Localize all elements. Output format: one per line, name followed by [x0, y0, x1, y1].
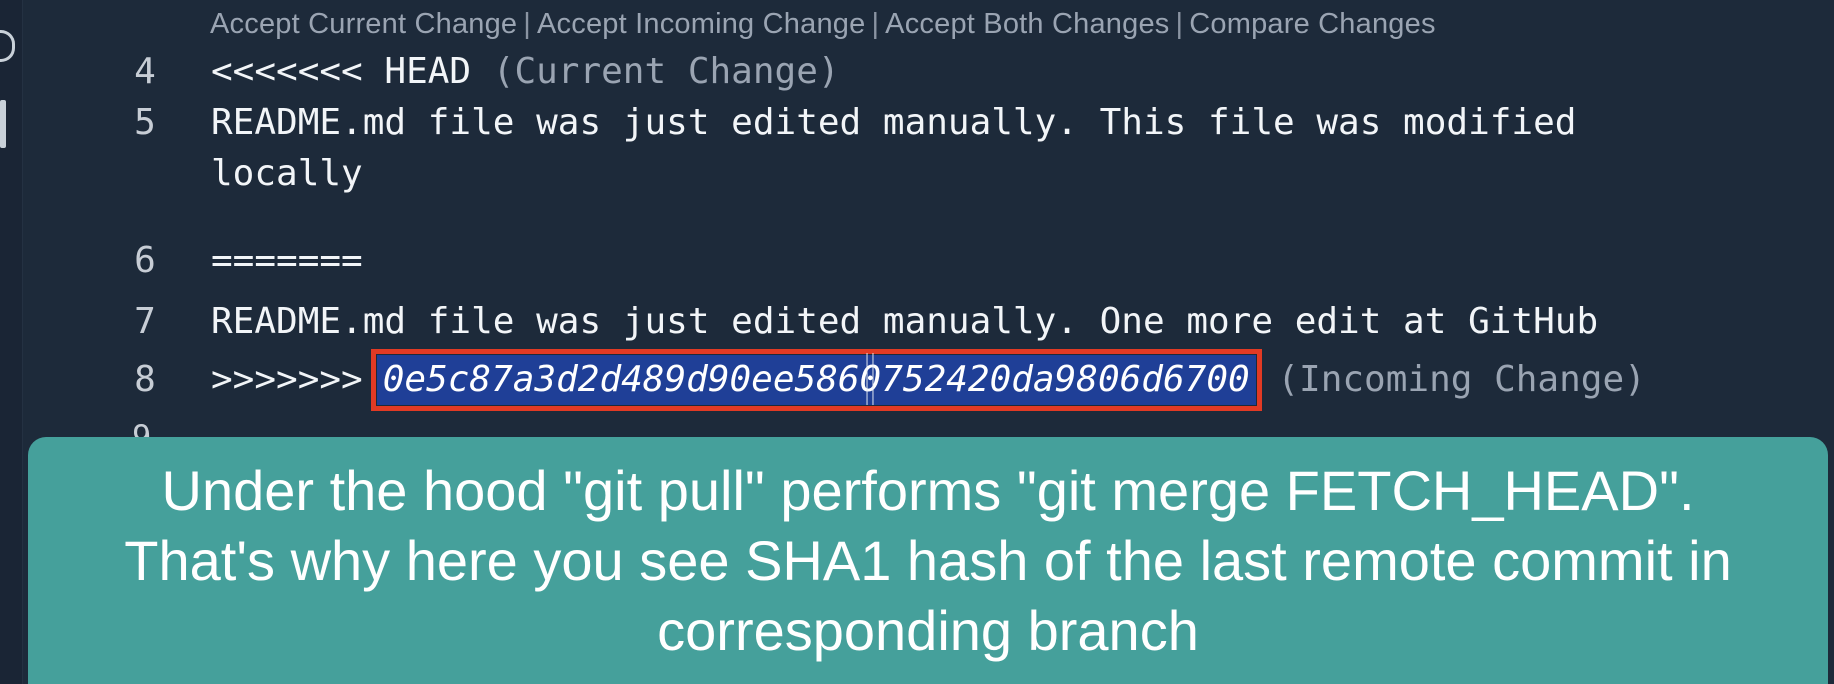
accept-both-changes-link[interactable]: Accept Both Changes — [885, 8, 1169, 40]
commit-hash: 0e5c87a3d2d489d90ee5860752420da9806d6700 — [382, 359, 1250, 400]
line-text: README.md file was just edited manually.… — [211, 102, 1577, 143]
compare-changes-link[interactable]: Compare Changes — [1189, 8, 1435, 40]
current-change-label: (Current Change) — [471, 51, 840, 92]
codelens-separator: | — [523, 8, 531, 40]
caption-line-3: corresponding branch — [657, 598, 1199, 662]
accept-incoming-change-link[interactable]: Accept Incoming Change — [537, 8, 865, 40]
line-text: README.md file was just edited manually.… — [211, 301, 1599, 342]
line-number: 5 — [134, 102, 156, 143]
activity-bar-icon[interactable] — [0, 30, 15, 62]
line-number: 8 — [134, 359, 156, 400]
caption-line-1: Under the hood "git pull" performs "git … — [161, 458, 1695, 522]
codelens-separator: | — [1175, 8, 1184, 40]
caption-banner: Under the hood "git pull" performs "git … — [28, 437, 1828, 684]
accept-current-change-link[interactable]: Accept Current Change — [210, 8, 517, 40]
conflict-marker-current: <<<<<<< HEAD — [211, 51, 472, 92]
merge-conflict-codelens: Accept Current Change | Accept Incoming Ch… — [210, 8, 1436, 41]
caption-line-2: That's why here you see SHA1 hash of the… — [124, 528, 1732, 592]
commit-hash-highlight[interactable]: 0e5c87a3d2d489d90ee5860752420da9806d6700 — [370, 349, 1262, 411]
line-text: locally — [211, 153, 363, 194]
text-cursor-icon — [866, 353, 874, 405]
incoming-change-label: (Incoming Change) — [1255, 359, 1646, 400]
conflict-marker-incoming: >>>>>>> — [211, 359, 363, 400]
activity-bar-indicator — [0, 118, 6, 148]
codelens-separator: | — [871, 8, 880, 40]
activity-bar-edge — [0, 0, 23, 684]
conflict-separator: ======= — [211, 240, 363, 281]
line-number: 6 — [134, 240, 156, 281]
line-number: 7 — [134, 301, 156, 342]
